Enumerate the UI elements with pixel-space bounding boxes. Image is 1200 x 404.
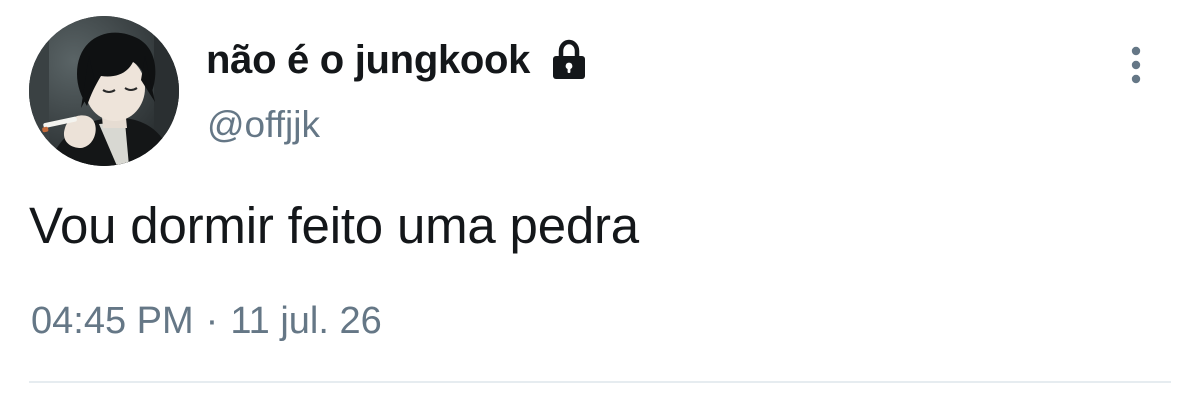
avatar-image xyxy=(29,16,179,166)
tweet-text: Vou dormir feito uma pedra xyxy=(29,197,639,254)
timestamp-separator: · xyxy=(205,300,219,342)
tweet-card: não é o jungkook @offjjk Vou dormir feit… xyxy=(0,0,1200,404)
tweet-timestamp[interactable]: 04:45 PM · 11 jul. 26 xyxy=(31,300,382,343)
lock-icon xyxy=(548,39,590,81)
more-vertical-icon xyxy=(1131,46,1141,84)
more-options-button[interactable] xyxy=(1116,40,1156,90)
user-handle[interactable]: @offjjk xyxy=(207,104,320,146)
display-name[interactable]: não é o jungkook xyxy=(206,38,530,83)
author-name-row: não é o jungkook xyxy=(206,34,590,86)
avatar[interactable] xyxy=(29,16,179,166)
tweet-date: 11 jul. 26 xyxy=(230,300,382,342)
divider xyxy=(29,381,1171,383)
tweet-time: 04:45 PM xyxy=(31,300,194,342)
